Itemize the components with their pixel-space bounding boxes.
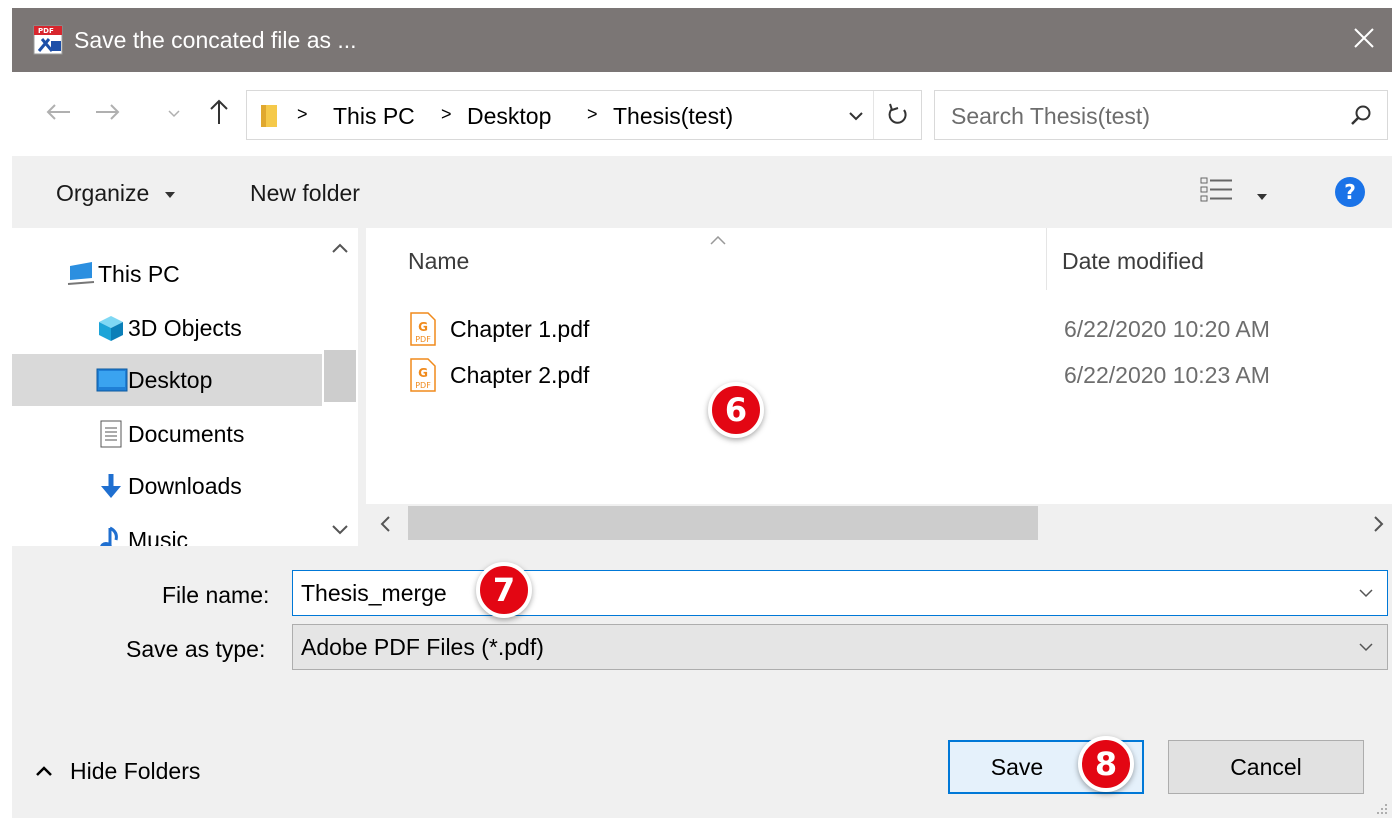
file-date-modified: 6/22/2020 10:20 AM <box>1064 316 1270 342</box>
help-icon[interactable]: ? <box>1334 176 1366 213</box>
column-divider[interactable] <box>1046 228 1047 290</box>
step-badge-7: 7 <box>476 562 532 618</box>
tree-item-documents[interactable]: Documents <box>12 408 322 460</box>
file-name-field[interactable]: Thesis_merge <box>292 570 1388 616</box>
file-list-horizontal-scrollbar[interactable] <box>366 504 1392 546</box>
cancel-button[interactable]: Cancel <box>1168 740 1364 794</box>
arrow-up-icon <box>209 99 229 130</box>
tree-item-downloads[interactable]: Downloads <box>12 460 322 512</box>
chevron-up-icon <box>36 766 52 776</box>
file-name-label: File name: <box>162 582 270 608</box>
breadcrumb-this-pc[interactable]: This PC <box>333 103 415 130</box>
save-as-type-select[interactable]: Adobe PDF Files (*.pdf) <box>292 624 1388 670</box>
file-list: Name Date modified G PDF Chapter 1.pdf 6/… <box>366 228 1392 546</box>
scroll-up-icon[interactable] <box>332 240 348 258</box>
file-row[interactable]: G PDF Chapter 2.pdf 6/22/2020 10:23 AM <box>404 354 1384 398</box>
search-box[interactable]: Search Thesis(test) <box>934 90 1388 140</box>
save-button-label: Save <box>990 753 1044 780</box>
folder-icon <box>259 103 279 134</box>
view-options-dropdown-icon[interactable] <box>1256 188 1268 206</box>
chevron-down-icon <box>168 105 180 123</box>
file-date-modified: 6/22/2020 10:23 AM <box>1064 362 1270 388</box>
column-header-name[interactable]: Name <box>408 248 469 275</box>
file-name-input[interactable]: Thesis_merge <box>301 580 447 607</box>
new-folder-button[interactable]: New folder <box>250 180 360 207</box>
resize-grip-icon[interactable] <box>1376 802 1388 814</box>
tree-item-3d-objects[interactable]: 3D Objects <box>12 302 322 354</box>
tree-item-label: This PC <box>98 261 180 287</box>
file-name: Chapter 1.pdf <box>450 316 590 342</box>
pdf-tools-icon: PDF <box>32 24 66 56</box>
close-icon <box>1353 27 1375 54</box>
tree-item-label: Downloads <box>128 473 242 499</box>
organize-button[interactable]: Organize <box>56 180 176 207</box>
svg-text:?: ? <box>1344 180 1356 204</box>
step-badge-6: 6 <box>708 382 764 438</box>
address-dropdown-icon[interactable] <box>849 109 863 127</box>
save-as-type-label: Save as type: <box>126 636 266 662</box>
tree-item-label: Music <box>128 527 189 546</box>
desktop-icon <box>96 368 128 396</box>
svg-text:G: G <box>418 366 428 380</box>
up-button[interactable] <box>202 94 236 134</box>
tree-item-desktop[interactable]: Desktop <box>12 354 322 406</box>
column-header-date-modified[interactable]: Date modified <box>1062 248 1204 275</box>
window-title: Save the concated file as ... <box>74 27 357 53</box>
scroll-right-icon[interactable] <box>1374 516 1384 537</box>
tree-item-label: Desktop <box>128 367 213 393</box>
organize-label: Organize <box>56 180 150 206</box>
navigation-pane: This PC 3D Objects Desktop Documents Dow… <box>12 228 358 546</box>
navigation-bar: > This PC > Desktop > Thesis(test) Searc… <box>12 72 1392 156</box>
search-input[interactable]: Search Thesis(test) <box>951 103 1150 130</box>
cube-icon <box>96 314 126 342</box>
step-badge-8: 8 <box>1078 736 1134 792</box>
arrow-left-icon <box>45 103 71 126</box>
breadcrumb-separator-icon: > <box>297 104 308 124</box>
tree-item-music[interactable]: Music <box>12 514 322 546</box>
pdf-file-icon: G PDF <box>410 312 436 346</box>
details-view-icon[interactable] <box>1200 176 1234 209</box>
breadcrumb-desktop[interactable]: Desktop <box>467 103 551 130</box>
refresh-icon[interactable] <box>887 103 909 132</box>
svg-text:G: G <box>418 320 428 334</box>
close-button[interactable] <box>1336 8 1392 72</box>
arrow-right-icon <box>95 103 121 126</box>
tree-item-label: 3D Objects <box>128 315 242 341</box>
document-icon <box>96 420 126 448</box>
scrollbar-thumb[interactable] <box>408 506 1038 540</box>
scrollbar-thumb[interactable] <box>324 350 356 402</box>
tree-item-this-pc[interactable]: This PC <box>12 248 322 300</box>
breadcrumb-separator-icon: > <box>441 104 452 124</box>
command-bar: Organize New folder ? <box>12 156 1392 228</box>
svg-text:PDF: PDF <box>415 335 431 344</box>
recent-locations-button[interactable] <box>162 94 186 134</box>
hide-folders-label: Hide Folders <box>70 758 201 784</box>
computer-icon <box>66 260 96 288</box>
address-bar[interactable]: > This PC > Desktop > Thesis(test) <box>246 90 922 140</box>
svg-text:PDF: PDF <box>415 381 431 390</box>
sort-ascending-icon <box>710 232 726 250</box>
breadcrumb-current-folder[interactable]: Thesis(test) <box>613 103 733 130</box>
file-name: Chapter 2.pdf <box>450 362 590 388</box>
search-icon[interactable] <box>1351 104 1373 131</box>
forward-button[interactable] <box>88 94 128 134</box>
back-button[interactable] <box>38 94 78 134</box>
save-as-type-value: Adobe PDF Files (*.pdf) <box>301 634 544 660</box>
download-icon <box>96 472 126 500</box>
scroll-down-icon[interactable] <box>332 522 348 540</box>
chevron-down-icon[interactable] <box>1359 639 1373 657</box>
chevron-down-icon[interactable] <box>1359 585 1373 603</box>
tree-item-label: Documents <box>128 421 245 447</box>
file-row[interactable]: G PDF Chapter 1.pdf 6/22/2020 10:20 AM <box>404 308 1384 352</box>
save-dialog: PDF Save the concated file as ... > This… <box>12 8 1392 818</box>
music-icon <box>96 526 126 546</box>
svg-text:PDF: PDF <box>38 27 54 35</box>
caret-down-icon <box>164 191 175 198</box>
navigation-pane-scrollbar[interactable] <box>322 228 358 546</box>
address-divider <box>873 91 874 139</box>
breadcrumb-separator-icon: > <box>587 104 598 124</box>
title-bar: PDF Save the concated file as ... <box>12 8 1392 72</box>
pdf-file-icon: G PDF <box>410 358 436 392</box>
scroll-left-icon[interactable] <box>380 516 390 537</box>
